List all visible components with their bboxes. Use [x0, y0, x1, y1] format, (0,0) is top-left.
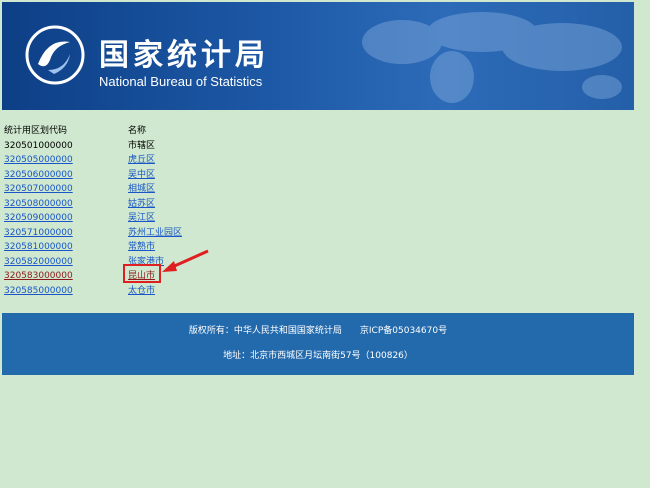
- footer-address: 地址：北京市西城区月坛南街57号（100826）: [223, 351, 413, 361]
- nbs-logo-icon: [25, 25, 85, 85]
- footer-icp: 京ICP备05034670号: [359, 326, 448, 336]
- red-arrow-icon: [162, 249, 209, 272]
- table-row: 320506000000 吴中区: [4, 168, 304, 183]
- row-code-link[interactable]: 320582000000: [4, 257, 73, 267]
- table-row: 320581000000 常熟市: [4, 240, 304, 255]
- row-name-link[interactable]: 相城区: [128, 184, 155, 194]
- row-name-link[interactable]: 姑苏区: [128, 199, 155, 209]
- row-code-link[interactable]: 320509000000: [4, 213, 73, 223]
- site-banner: 国家统计局 National Bureau of Statistics: [2, 2, 634, 110]
- header-code: 统计用区划代码: [4, 126, 68, 136]
- table-header-row: 统计用区划代码 名称: [4, 124, 304, 139]
- row-name-link[interactable]: 吴江区: [128, 213, 155, 223]
- world-map-decoration: [362, 12, 622, 103]
- footer-copyright: 版权所有：中华人民共和国国家统计局: [188, 326, 342, 336]
- row-code: 320501000000: [4, 140, 73, 151]
- table-row: 320507000000 相城区: [4, 182, 304, 197]
- highlight-box-annotation: [123, 264, 161, 283]
- table-row: 320505000000 虎丘区: [4, 153, 304, 168]
- row-code-link[interactable]: 320508000000: [4, 199, 73, 209]
- row-code-link[interactable]: 320585000000: [4, 286, 73, 296]
- header-name: 名称: [128, 126, 147, 136]
- row-name-link[interactable]: 吴中区: [128, 170, 155, 180]
- table-row: 320571000000 苏州工业园区: [4, 226, 304, 241]
- table-row: 320501000000 市辖区: [4, 139, 304, 154]
- row-code-link[interactable]: 320571000000: [4, 228, 73, 238]
- row-code-link[interactable]: 320506000000: [4, 170, 73, 180]
- site-footer: 版权所有：中华人民共和国国家统计局 京ICP备05034670号 地址：北京市西城…: [2, 313, 634, 375]
- row-code-link[interactable]: 320505000000: [4, 155, 73, 165]
- row-code-link[interactable]: 320507000000: [4, 184, 73, 194]
- table-row: 320585000000 太仓市: [4, 284, 304, 299]
- table-row: 320508000000 姑苏区: [4, 197, 304, 212]
- banner-title-english: National Bureau of Statistics: [99, 74, 263, 89]
- banner-title-chinese: 国家统计局: [99, 38, 269, 73]
- row-name-link[interactable]: 虎丘区: [128, 155, 155, 165]
- row-name-link[interactable]: 太仓市: [128, 286, 155, 296]
- footer-copyright-line: 版权所有：中华人民共和国国家统计局 京ICP备05034670号: [2, 323, 634, 336]
- row-code-link[interactable]: 320583000000: [4, 271, 73, 281]
- row-name-link[interactable]: 常熟市: [128, 242, 155, 252]
- row-name: 市辖区: [128, 140, 156, 151]
- row-name-link[interactable]: 苏州工业园区: [128, 228, 182, 238]
- table-row: 320509000000 吴江区: [4, 211, 304, 226]
- row-code-link[interactable]: 320581000000: [4, 242, 73, 252]
